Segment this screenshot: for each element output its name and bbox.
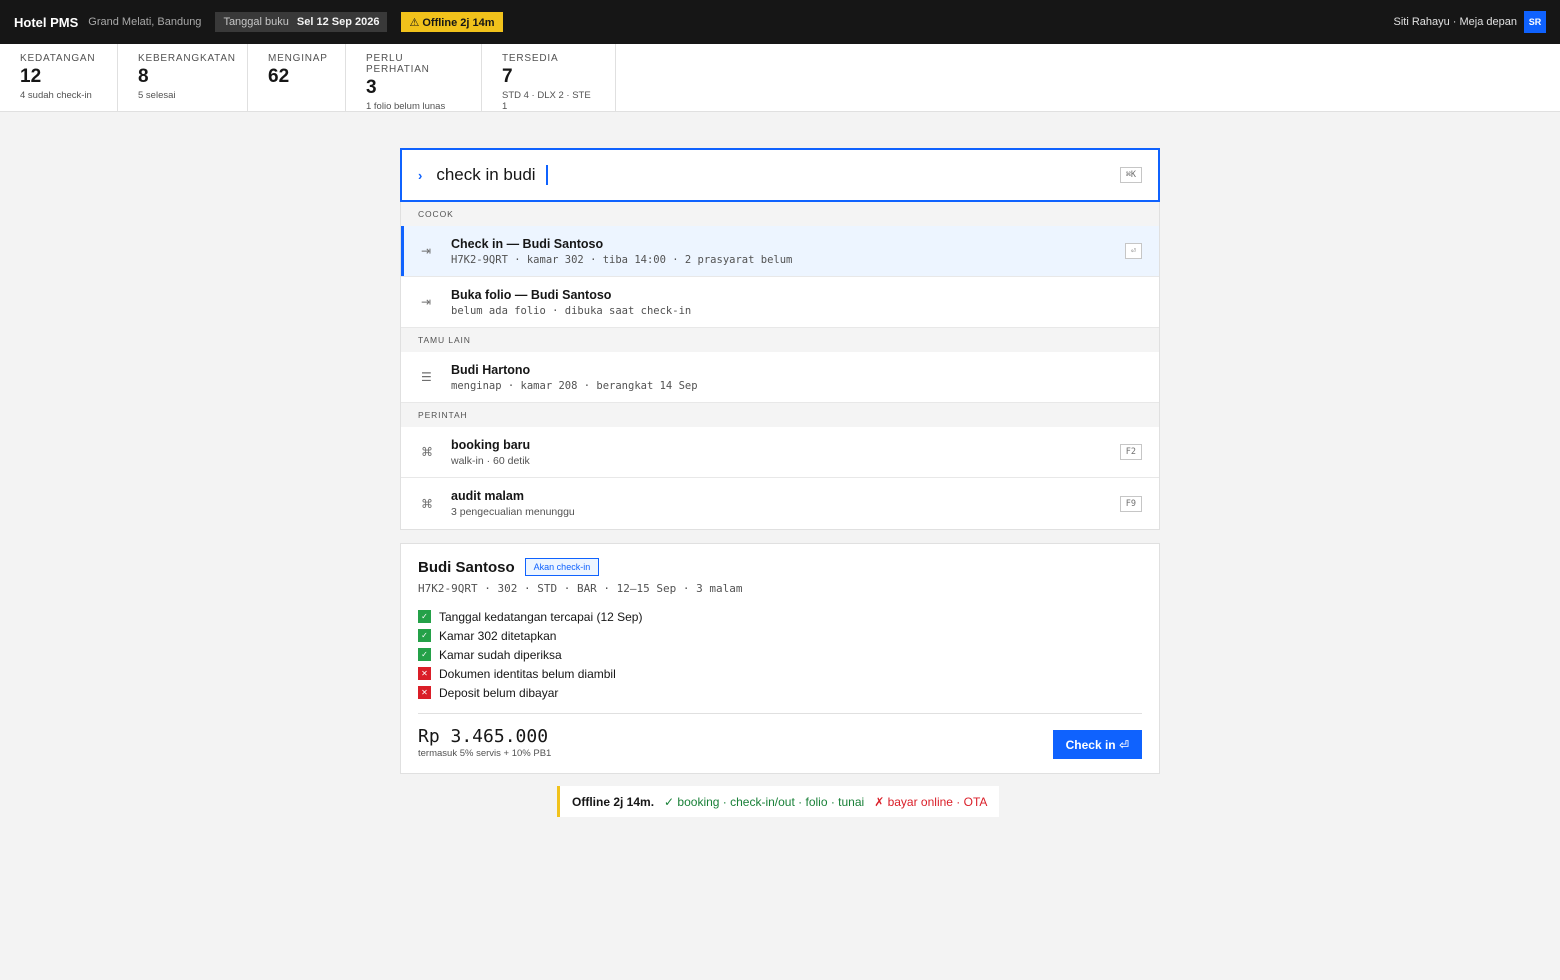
command-icon: ⌘ <box>421 445 433 459</box>
result-sub: menginap · kamar 208 · berangkat 14 Sep <box>451 379 698 392</box>
check-fail-icon: ✕ <box>418 667 431 680</box>
check-text: Kamar sudah diperiksa <box>439 647 562 662</box>
kpi-label: Tersedia <box>502 53 559 64</box>
result-title: Buka folio — Budi Santoso <box>451 287 612 302</box>
check-text: Tanggal kedatangan tercapai (12 Sep) <box>439 609 643 624</box>
business-date-value: Sel 12 Sep 2026 <box>296 16 380 28</box>
check-item: ✓ Kamar 302 ditetapkan <box>418 626 1142 645</box>
kpi-in-house[interactable]: Menginap 62 <box>248 44 346 111</box>
check-item: ✕ Deposit belum dibayar <box>418 683 1142 702</box>
search-query[interactable]: check in budi <box>436 165 535 185</box>
result-title: booking baru <box>451 437 531 452</box>
result-sub: belum ada folio · dibuka saat check-in <box>451 304 692 317</box>
reservation-meta: H7K2-9QRT · 302 · STD · BAR · 12–15 Sep … <box>418 582 743 595</box>
avatar[interactable]: SR <box>1524 11 1546 33</box>
guest-name: Budi Santoso <box>418 558 515 576</box>
prompt-icon: › <box>418 167 423 183</box>
group-header-commands: Perintah <box>401 403 1159 427</box>
enter-key-icon: ⏎ <box>1124 243 1142 259</box>
user-name[interactable]: Siti Rahayu · Meja depan <box>1393 16 1517 28</box>
results-list: Cocok ⇥ Check in — Budi Santoso H7K2-9QR… <box>400 202 1160 530</box>
status-badge: Akan check-in <box>524 558 600 576</box>
kpi-label: Keberangkatan <box>138 53 236 64</box>
shortcut-f9: F9 <box>1119 495 1142 512</box>
result-title: Check in — Budi Santoso <box>451 236 604 251</box>
check-text: Deposit belum dibayar <box>439 685 559 700</box>
command-night-audit[interactable]: ⌘ audit malam 3 pengecualian menunggu F9 <box>401 478 1159 529</box>
kpi-departures[interactable]: Keberangkatan 8 5 selesai <box>118 44 248 111</box>
shortcut-f2: F2 <box>1119 444 1142 460</box>
kpi-arrivals[interactable]: Kedatangan 12 4 sudah check-in <box>0 44 118 111</box>
app-name[interactable]: Hotel PMS <box>14 15 78 30</box>
result-sub: walk-in · 60 detik <box>451 454 530 467</box>
check-ok-icon: ✓ <box>418 610 431 623</box>
kpi-label: Menginap <box>268 53 328 64</box>
kpi-attention[interactable]: Perlu perhatian 3 1 folio belum lunas <box>346 44 482 112</box>
kpi-value: 7 <box>502 66 513 87</box>
offline-badge[interactable]: ⚠ Offline 2j 14m <box>401 12 503 32</box>
kpi-sub: 4 sudah check-in <box>20 90 92 101</box>
check-text: Dokumen identitas belum diambil <box>439 666 616 681</box>
group-header-match: Cocok <box>401 202 1159 226</box>
result-sub: 3 pengecualian menunggu <box>451 506 575 518</box>
kpi-label: Kedatangan <box>20 53 96 64</box>
total-amount: Rp 3.465.000 <box>418 726 549 747</box>
business-date: Tanggal buku Sel 12 Sep 2026 <box>215 12 388 32</box>
business-date-label: Tanggal buku <box>223 16 289 28</box>
open-folio-icon: ⇥ <box>421 295 432 309</box>
check-in-icon: ⇥ <box>421 244 432 258</box>
check-item: ✓ Tanggal kedatangan tercapai (12 Sep) <box>418 607 1142 626</box>
list-icon: ☰ <box>421 370 432 384</box>
result-sub: H7K2-9QRT · kamar 302 · tiba 14:00 · 2 p… <box>451 253 793 266</box>
kpi-value: 12 <box>20 66 42 87</box>
check-item: ✓ Kamar sudah diperiksa <box>418 645 1142 664</box>
amount-note: termasuk 5% servis + 10% PB1 <box>418 748 552 759</box>
reservation-detail-card: Budi Santoso Akan check-in H7K2-9QRT · 3… <box>400 543 1160 774</box>
check-fail-icon: ✕ <box>418 686 431 699</box>
available-features: ✓ booking · check-in/out · folio · tunai <box>664 794 865 809</box>
result-open-folio[interactable]: ⇥ Buka folio — Budi Santoso belum ada fo… <box>401 277 1159 328</box>
result-title: audit malam <box>451 489 524 503</box>
offline-notice-title: Offline 2j 14m. <box>572 794 655 809</box>
unavailable-features: ✗ bayar online · OTA <box>874 794 988 809</box>
property-name: Grand Melati, Bandung <box>88 16 202 28</box>
shortcut-hint: ⌘K <box>1119 167 1142 183</box>
kpi-sub: STD 4 · DLX 2 · STE 1 <box>502 90 591 112</box>
check-in-button[interactable]: Check in ⏎ <box>1052 730 1142 759</box>
offline-notice: Offline 2j 14m. ✓ booking · check-in/out… <box>557 786 1000 817</box>
check-ok-icon: ✓ <box>418 629 431 642</box>
text-caret <box>545 165 548 185</box>
result-check-in[interactable]: ⇥ Check in — Budi Santoso H7K2-9QRT · ka… <box>401 226 1159 277</box>
search-input[interactable]: › check in budi ⌘K <box>400 148 1160 202</box>
kpi-label: Perlu perhatian <box>366 53 430 75</box>
kpi-value: 3 <box>366 77 377 98</box>
result-title: Budi Hartono <box>451 362 531 377</box>
prerequisite-list: ✓ Tanggal kedatangan tercapai (12 Sep) ✓… <box>418 607 1142 702</box>
kpi-available[interactable]: Tersedia 7 STD 4 · DLX 2 · STE 1 <box>482 44 616 112</box>
check-text: Kamar 302 ditetapkan <box>439 628 557 643</box>
kpi-sub: 5 selesai <box>138 90 176 101</box>
kpi-value: 62 <box>268 66 290 87</box>
command-icon: ⌘ <box>421 496 433 511</box>
top-bar: Hotel PMS Grand Melati, Bandung Tanggal … <box>0 0 1560 44</box>
check-item: ✕ Dokumen identitas belum diambil <box>418 664 1142 683</box>
kpi-strip: Kedatangan 12 4 sudah check-in Keberangk… <box>0 44 1560 112</box>
kpi-value: 8 <box>138 66 149 87</box>
command-palette: › check in budi ⌘K Cocok ⇥ Check in — Bu… <box>400 148 1160 530</box>
group-header-other-guests: Tamu lain <box>401 328 1159 352</box>
command-new-booking[interactable]: ⌘ booking baru walk-in · 60 detik F2 <box>401 427 1159 478</box>
kpi-sub: 1 folio belum lunas <box>366 101 446 112</box>
result-guest-budi-hartono[interactable]: ☰ Budi Hartono menginap · kamar 208 · be… <box>401 352 1159 403</box>
check-ok-icon: ✓ <box>418 648 431 661</box>
